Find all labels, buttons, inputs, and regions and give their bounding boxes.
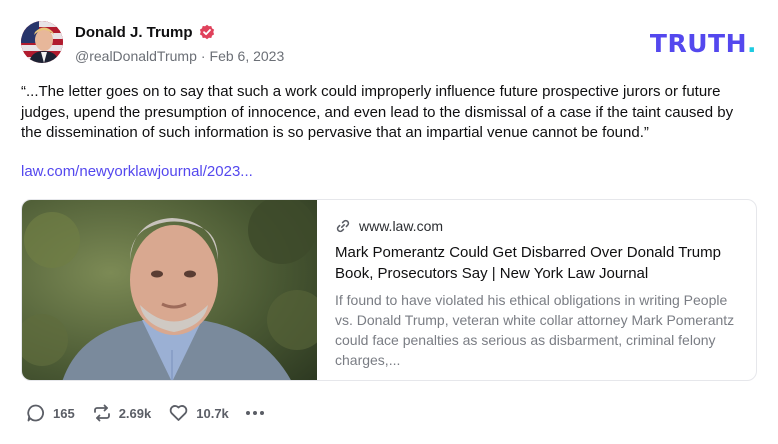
- truth-post: Donald J. Trump @realDonaldTrump · Feb 6…: [0, 0, 778, 444]
- retruth-count: 2.69k: [118, 405, 152, 421]
- post-date[interactable]: Feb 6, 2023: [210, 48, 285, 64]
- brand-name: TRUTH: [649, 29, 747, 58]
- link-chain-icon: [335, 218, 351, 234]
- retruth-button[interactable]: 2.69k: [92, 403, 152, 423]
- link-preview-card[interactable]: www.law.com Mark Pomerantz Could Get Dis…: [21, 199, 757, 381]
- like-button[interactable]: 10.7k: [168, 403, 229, 423]
- card-body: www.law.com Mark Pomerantz Could Get Dis…: [335, 216, 745, 370]
- more-dot: [252, 411, 257, 415]
- reply-bubble-icon: [27, 404, 44, 422]
- reply-count: 165: [53, 405, 75, 421]
- avatar[interactable]: [21, 21, 63, 63]
- more-dot: [259, 411, 264, 415]
- meta-separator: ·: [200, 48, 206, 64]
- reply-button[interactable]: 165: [26, 403, 75, 423]
- post-text: “...The letter goes on to say that such …: [21, 83, 734, 141]
- author-block: Donald J. Trump @realDonaldTrump · Feb 6…: [75, 22, 285, 65]
- heart-icon: [169, 405, 188, 421]
- author-display-name[interactable]: Donald J. Trump: [75, 24, 193, 41]
- card-description: If found to have violated his ethical ob…: [335, 292, 735, 368]
- like-count: 10.7k: [196, 405, 229, 421]
- verified-badge-icon: [199, 24, 215, 40]
- card-title[interactable]: Mark Pomerantz Could Get Disbarred Over …: [335, 242, 745, 284]
- card-domain: www.law.com: [359, 218, 444, 234]
- author-handle[interactable]: @realDonaldTrump: [75, 48, 197, 64]
- truth-logo[interactable]: TRUTH.: [650, 29, 757, 58]
- card-thumbnail: [22, 200, 317, 380]
- post-actions: 165 2.69k 10.7k: [26, 401, 264, 425]
- post-link[interactable]: law.com/newyorklawjournal/2023...: [21, 163, 253, 180]
- brand-dot: .: [747, 29, 757, 58]
- more-dot: [245, 411, 250, 415]
- more-dots-icon[interactable]: [245, 409, 264, 417]
- retruth-arrows-icon: [93, 404, 110, 422]
